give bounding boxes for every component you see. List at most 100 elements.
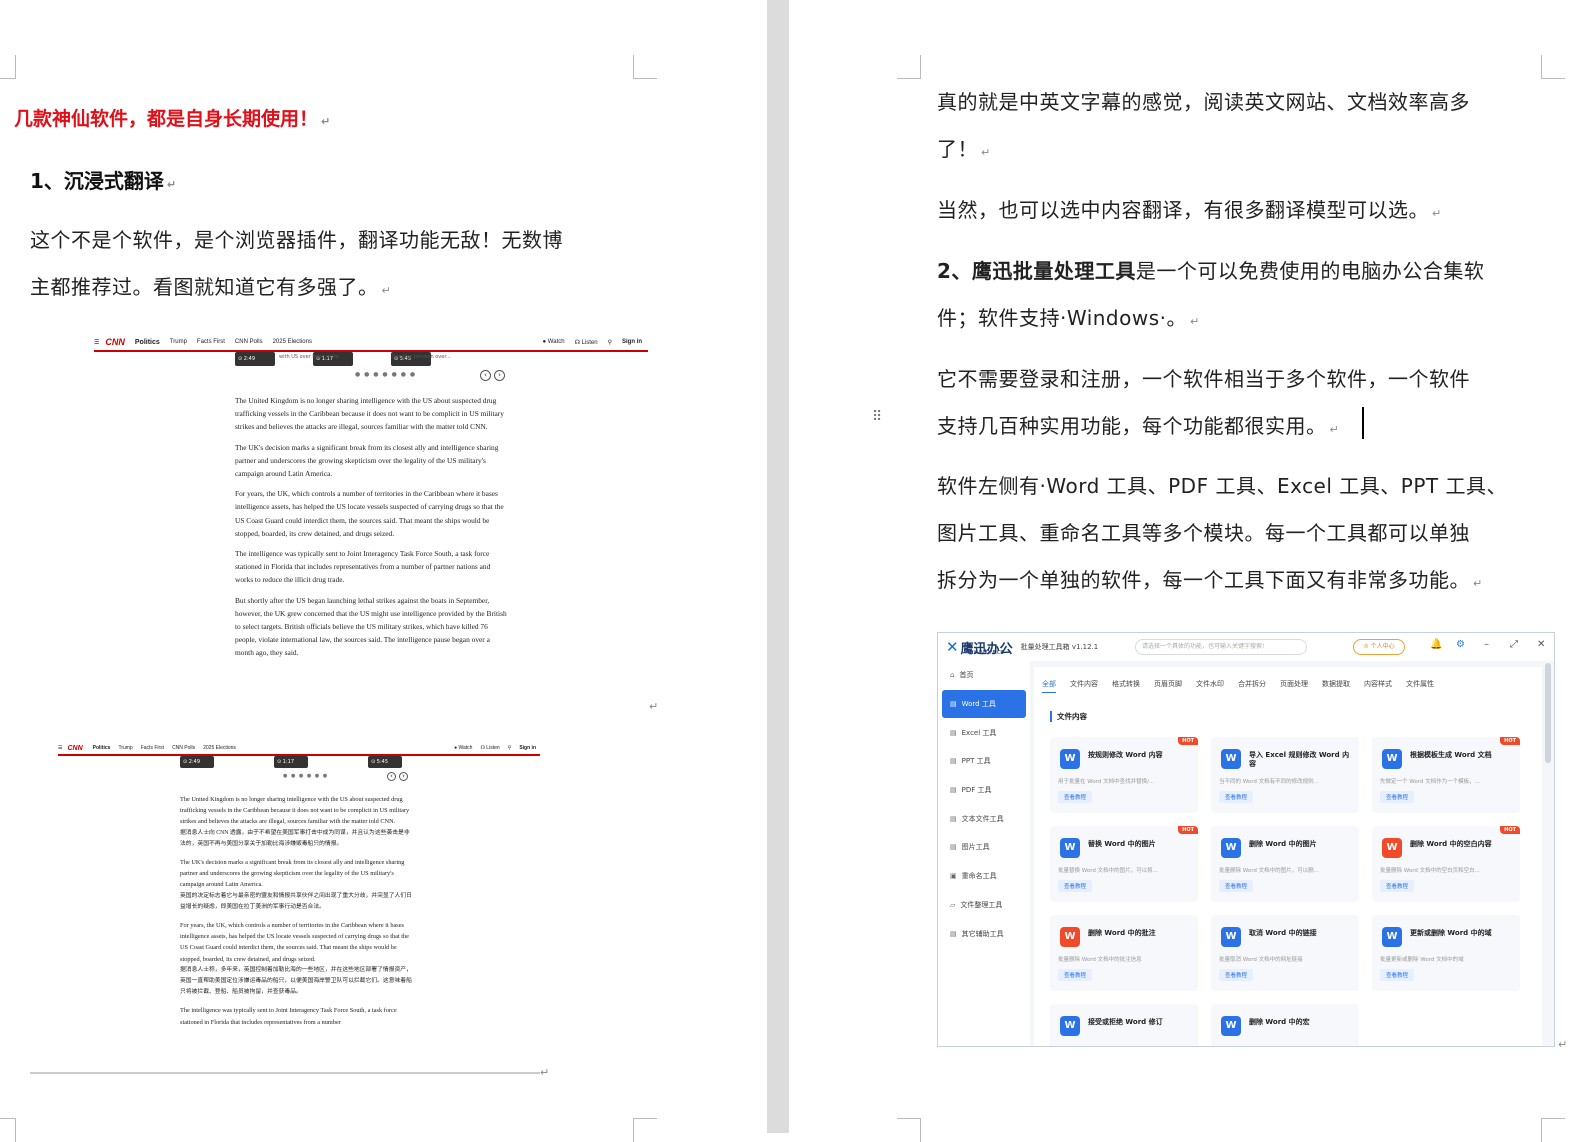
tab[interactable]: 文件属性 bbox=[1406, 679, 1434, 693]
tool-card-desc: 批量取消 Word 文档中的网址链接 bbox=[1219, 957, 1303, 963]
paragraph-1[interactable]: 这个不是个软件，是个浏览器插件，翻译功能无敌！无数博 主都推荐过。看图就知道它有… bbox=[30, 217, 563, 314]
margin-mark bbox=[897, 1118, 921, 1142]
tool-card[interactable]: W 按规则修改 Word 内容 用于批量在 Word 文档中查找并替换/... 查看教… bbox=[1050, 737, 1198, 813]
tool-card-title: 接受或拒绝 Word 修订 bbox=[1088, 1018, 1163, 1026]
bell-icon[interactable]: 🔔 bbox=[1430, 639, 1442, 650]
article-body: The United Kingdom is no longer sharing … bbox=[235, 396, 507, 658]
tool-card-title: 按规则修改 Word 内容 bbox=[1088, 751, 1163, 759]
view-tutorial-button[interactable]: 查看教程 bbox=[1380, 969, 1415, 981]
word-doc-icon: W bbox=[1221, 749, 1241, 769]
cnn-nav-bar: ☰ CNN Politics Trump Facts First CNN Pol… bbox=[58, 742, 540, 756]
tool-card[interactable]: W 导入 Excel 规则修改 Word 内容 当不同的 Word 文档有不同的修改… bbox=[1211, 737, 1359, 813]
view-tutorial-button[interactable]: 查看教程 bbox=[1219, 880, 1254, 892]
view-tutorial-button[interactable]: 查看教程 bbox=[1219, 791, 1254, 803]
sidebar-icon: ▤ bbox=[950, 728, 957, 737]
tool-card-title: 根据模板生成 Word 文档 bbox=[1410, 751, 1492, 759]
sidebar-item[interactable]: ▤ PDF 工具 bbox=[938, 776, 1030, 805]
close-icon[interactable]: ✕ bbox=[1537, 639, 1545, 650]
yingxun-app-screenshot[interactable]: ✕ 鹰迅办公 INXUN OFFICE 批量处理工具箱 v1.12.1 请选择一… bbox=[937, 632, 1555, 1047]
tab[interactable]: 页眉页脚 bbox=[1154, 679, 1182, 693]
tool-card[interactable]: W 删除 Word 中的图片 批量删除 Word 文档中的图片，可以删... 查看教程 bbox=[1211, 826, 1359, 902]
app-main-pane: 全部 文件内容 格式转换 页眉页脚 文件水印 合并拆分 页面处理 数据提取 内容样式 文件属性 文… bbox=[1034, 667, 1542, 1046]
tab[interactable]: 合并拆分 bbox=[1238, 679, 1266, 693]
tool-card[interactable]: W 取消 Word 中的链接批量取消 Word 文档中的网址链接查看教程 bbox=[1211, 915, 1359, 991]
sidebar-item[interactable]: ▤ Word 工具 bbox=[942, 689, 1026, 719]
paragraph-heading2[interactable]: 2、鹰迅批量处理工具是一个可以免费使用的电脑办公合集软 件；软件支持·Windo… bbox=[937, 248, 1484, 345]
sidebar-item-label: Excel 工具 bbox=[961, 728, 997, 737]
para-mark: ↵ bbox=[649, 700, 659, 713]
text-cursor bbox=[1362, 407, 1364, 439]
paragraph-no-login[interactable]: 它不需要登录和注册，一个软件相当于多个软件，一个软件 支持几百种实用功能，每个功… bbox=[937, 356, 1470, 453]
carousel-arrows[interactable]: ‹ › bbox=[480, 370, 505, 381]
tool-card-desc: 批量删除 Word 文档中的空白页和空白... bbox=[1380, 868, 1480, 874]
tool-card[interactable]: W 替换 Word 中的图片 批量替换 Word 文档中的图片，可以将... 查看教程… bbox=[1050, 826, 1198, 902]
tab[interactable]: 文件内容 bbox=[1070, 679, 1098, 693]
tool-card-desc: 当不同的 Word 文档有不同的修改规则... bbox=[1219, 779, 1319, 785]
tool-card[interactable]: W 删除 Word 中的空白内容 批量删除 Word 文档中的空白页和空白... 查看… bbox=[1372, 826, 1520, 902]
tool-card[interactable]: W 接受或拒绝 Word 修订 bbox=[1050, 1004, 1198, 1046]
sidebar-item-label: PDF 工具 bbox=[961, 786, 992, 795]
word-doc-icon: W bbox=[1221, 838, 1241, 858]
view-tutorial-button[interactable]: 查看教程 bbox=[1219, 969, 1254, 981]
cnn-nav-bar: ☰ CNN Politics Trump Facts First CNN Pol… bbox=[94, 334, 648, 352]
tab[interactable]: 格式转换 bbox=[1112, 679, 1140, 693]
margin-mark bbox=[1541, 55, 1565, 79]
drag-handle-icon[interactable]: ⠿ bbox=[872, 410, 884, 436]
heading-immersive-translate[interactable]: 1、沉浸式翻译 ↵ bbox=[30, 165, 176, 194]
sidebar-icon: ▱ bbox=[950, 900, 956, 909]
cnn-screenshot-english[interactable]: ☰ CNN Politics Trump Facts First CNN Pol… bbox=[30, 334, 648, 712]
tool-card[interactable]: W 根据模板生成 Word 文档 先做定一个 Word 文档作为一个模板，... 查看… bbox=[1372, 737, 1520, 813]
view-tutorial-button[interactable]: 查看教程 bbox=[1058, 969, 1093, 981]
view-tutorial-button[interactable]: 查看教程 bbox=[1380, 791, 1415, 803]
gear-icon[interactable]: ⚙ bbox=[1456, 639, 1465, 650]
sidebar-item[interactable]: ▤ 文本文件工具 bbox=[938, 804, 1030, 833]
word-doc-icon: W bbox=[1060, 1016, 1080, 1036]
tool-card-title: 删除 Word 中的图片 bbox=[1249, 840, 1317, 848]
sidebar-item[interactable]: ⌂ 首页 bbox=[938, 661, 1030, 690]
sidebar-item[interactable]: ▣ 重命名工具 bbox=[938, 862, 1030, 891]
sidebar-item-label: 文本文件工具 bbox=[961, 814, 1004, 823]
word-doc-icon: W bbox=[1060, 749, 1080, 769]
tab[interactable]: 数据提取 bbox=[1322, 679, 1350, 693]
carousel-arrows[interactable]: ‹ › bbox=[387, 772, 408, 781]
hot-badge: HOT bbox=[1500, 737, 1520, 745]
minimize-icon[interactable]: – bbox=[1484, 639, 1489, 650]
tab[interactable]: 全部 bbox=[1042, 679, 1056, 693]
sidebar-item[interactable]: ▤ Excel 工具 bbox=[938, 718, 1030, 747]
tab[interactable]: 页面处理 bbox=[1280, 679, 1308, 693]
sidebar-item[interactable]: ▤ 图片工具 bbox=[938, 833, 1030, 862]
sidebar-item[interactable]: ▤ PPT 工具 bbox=[938, 747, 1030, 776]
tool-card[interactable]: W 更新或删除 Word 中的域 批量更新或删除 Word 文档中的域 查看教程 bbox=[1372, 915, 1520, 991]
search-input[interactable]: 请选择一个具体的功能，也可输入关键字搜索! bbox=[1135, 639, 1307, 655]
app-logo-icon: ✕ bbox=[946, 638, 959, 656]
view-tutorial-button[interactable]: 查看教程 bbox=[1380, 880, 1415, 892]
sidebar-item[interactable]: ▱ 文件整理工具 bbox=[938, 891, 1030, 920]
user-center-button[interactable]: ♔ 个人中心 bbox=[1353, 639, 1405, 655]
paragraph-select-translate[interactable]: 当然，也可以选中内容翻译，有很多翻译模型可以选。 ↵ bbox=[937, 187, 1442, 237]
page-gap bbox=[767, 0, 789, 1133]
scrollbar[interactable] bbox=[1545, 663, 1551, 763]
sidebar-item[interactable]: ▤ 其它辅助工具 bbox=[938, 919, 1030, 948]
paragraph-modules[interactable]: 软件左侧有·Word 工具、PDF 工具、Excel 工具、PPT 工具、 图片… bbox=[937, 463, 1507, 607]
word-doc-icon: W bbox=[1221, 927, 1241, 947]
sidebar-item-label: 文件整理工具 bbox=[960, 900, 1003, 909]
word-doc-icon: W bbox=[1382, 749, 1402, 769]
tool-card-title: 取消 Word 中的链接 bbox=[1249, 929, 1317, 937]
tool-card[interactable]: W 删除 Word 中的宏 bbox=[1211, 1004, 1359, 1046]
tool-card-title: 更新或删除 Word 中的域 bbox=[1410, 929, 1492, 937]
view-tutorial-button[interactable]: 查看教程 bbox=[1058, 880, 1093, 892]
tool-card-desc: 批量删除 Word 文档中的批注信息 bbox=[1058, 957, 1142, 963]
red-title[interactable]: 几款神仙软件，都是自身长期使用！ ↵ bbox=[14, 104, 330, 131]
view-tutorial-button[interactable]: 查看教程 bbox=[1058, 791, 1093, 803]
sidebar-item-label: 其它辅助工具 bbox=[961, 929, 1004, 938]
para-mark: ↵ bbox=[1558, 1038, 1568, 1051]
cnn-logo: CNN bbox=[105, 337, 125, 347]
cnn-screenshot-bilingual[interactable]: ☰ CNN Politics Trump Facts First CNN Pol… bbox=[30, 742, 540, 1074]
tab[interactable]: 内容样式 bbox=[1364, 679, 1392, 693]
tool-card[interactable]: W 删除 Word 中的批注 批量删除 Word 文档中的批注信息 查看教程 bbox=[1050, 915, 1198, 991]
tab[interactable]: 文件水印 bbox=[1196, 679, 1224, 693]
sidebar-icon: ▤ bbox=[950, 757, 957, 766]
sidebar-item-label: PPT 工具 bbox=[961, 757, 991, 766]
maximize-icon[interactable]: ⤢ bbox=[1510, 639, 1518, 650]
paragraph-continued[interactable]: 真的就是中英文字幕的感觉，阅读英文网站、文档效率高多 了！ ↵ bbox=[937, 79, 1470, 176]
